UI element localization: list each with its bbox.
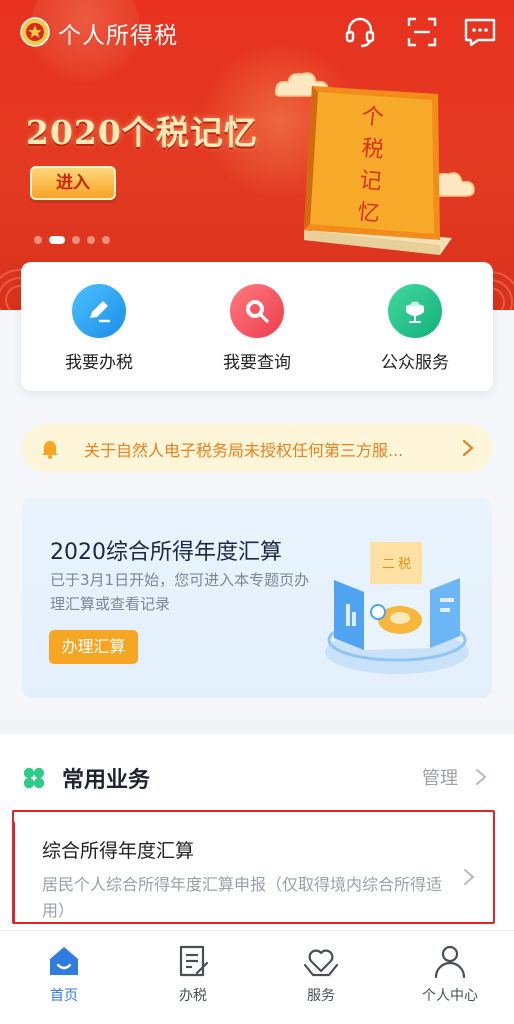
quick-action-tax[interactable]: 我要办税 [39, 284, 159, 373]
tab-home[interactable]: 首页 [14, 941, 114, 1005]
tab-service[interactable]: 服务 [271, 941, 371, 1005]
chevron-right-icon [464, 869, 475, 885]
quick-action-icon-bg [388, 284, 442, 338]
message-icon[interactable] [462, 14, 498, 50]
business-item[interactable]: 综合所得年度汇算 居民个人综合所得年度汇算申报（仅取得境内综合所得适用） [12, 810, 495, 924]
promo-title: 2020综合所得年度汇算 [50, 540, 282, 565]
carousel-dot[interactable] [87, 236, 95, 244]
heart-hand-icon [303, 949, 339, 977]
clover-icon [23, 767, 45, 789]
quick-action-query[interactable]: 我要查询 [197, 284, 317, 373]
carousel-dots[interactable] [34, 236, 110, 244]
enter-button[interactable]: 进入 [30, 166, 116, 200]
tax-emblem-icon [20, 17, 50, 47]
svg-text:记: 记 [358, 168, 383, 195]
bell-icon [42, 441, 58, 459]
business-item-title: 综合所得年度汇算 [42, 840, 195, 862]
svg-text:税: 税 [360, 136, 385, 163]
memory-book-illustration: 个 税 记 忆 [304, 86, 452, 255]
notice-text: 关于自然人电子税务局未授权任何第三方服... [84, 441, 404, 460]
carousel-dot[interactable] [102, 236, 110, 244]
tab-profile[interactable]: 个人中心 [400, 941, 500, 1005]
document-edit-icon [179, 945, 209, 977]
scan-icon[interactable] [404, 14, 440, 50]
section-divider [0, 720, 514, 734]
art-tag: 二 [382, 557, 395, 572]
promo-subtitle: 已于3月1日开始，您可进入本专题页办理汇算或查看记录 [50, 571, 310, 613]
carousel-dot[interactable] [34, 236, 42, 244]
home-icon [50, 947, 78, 975]
pen-icon [90, 301, 111, 323]
quick-action-label: 公众服务 [381, 353, 449, 373]
quick-actions-card: 我要办税 我要查询 公众服务 [21, 262, 493, 391]
annual-settlement-promo[interactable]: 2020综合所得年度汇算 已于3月1日开始，您可进入本专题页办理汇算或查看记录 … [22, 498, 492, 698]
top-bar: 个人所得税 [0, 0, 514, 64]
chevron-right-icon[interactable] [474, 768, 488, 786]
business-item-desc: 居民个人综合所得年度汇算申报（仅取得境内综合所得适用） [42, 875, 443, 920]
highlight-bar [12, 822, 15, 922]
headset-icon[interactable] [342, 14, 378, 50]
tab-label: 个人中心 [422, 988, 478, 1004]
common-business-section: 常用业务 管理 综合所得年度汇算 居民个人综合所得年度汇算申报（仅取得境内综合所… [0, 734, 514, 930]
user-icon [434, 945, 466, 979]
search-icon [246, 300, 269, 323]
bottom-tab-bar: 首页 办税 服务 个人中心 [0, 930, 514, 1024]
svg-text:个: 个 [360, 104, 385, 131]
notice-bar[interactable]: 关于自然人电子税务局未授权任何第三方服... [22, 424, 492, 472]
tab-label: 服务 [307, 988, 335, 1004]
quick-action-public-service[interactable]: 公众服务 [355, 284, 475, 373]
banner-title: 2020个税记忆 [26, 113, 258, 152]
tab-label: 办税 [179, 988, 207, 1004]
app-title: 个人所得税 [58, 23, 178, 49]
handle-settlement-button[interactable]: 办理汇算 [49, 630, 138, 664]
settlement-illustration: 二 税 [325, 542, 469, 674]
quick-action-label: 我要查询 [223, 353, 291, 373]
tab-tax[interactable]: 办税 [143, 941, 243, 1005]
tab-label: 首页 [50, 988, 78, 1004]
manage-link[interactable]: 管理 [422, 764, 458, 790]
quick-action-label: 我要办税 [65, 353, 133, 373]
chevron-right-icon [462, 439, 474, 457]
quick-action-icon-bg [72, 284, 126, 338]
section-title: 常用业务 [62, 768, 151, 793]
svg-text:忆: 忆 [356, 200, 381, 227]
carousel-dot-active[interactable] [49, 236, 65, 244]
art-tag: 税 [398, 557, 411, 572]
carousel-dot[interactable] [72, 236, 80, 244]
quick-action-icon-bg [230, 284, 284, 338]
lotus-icon [406, 301, 424, 323]
